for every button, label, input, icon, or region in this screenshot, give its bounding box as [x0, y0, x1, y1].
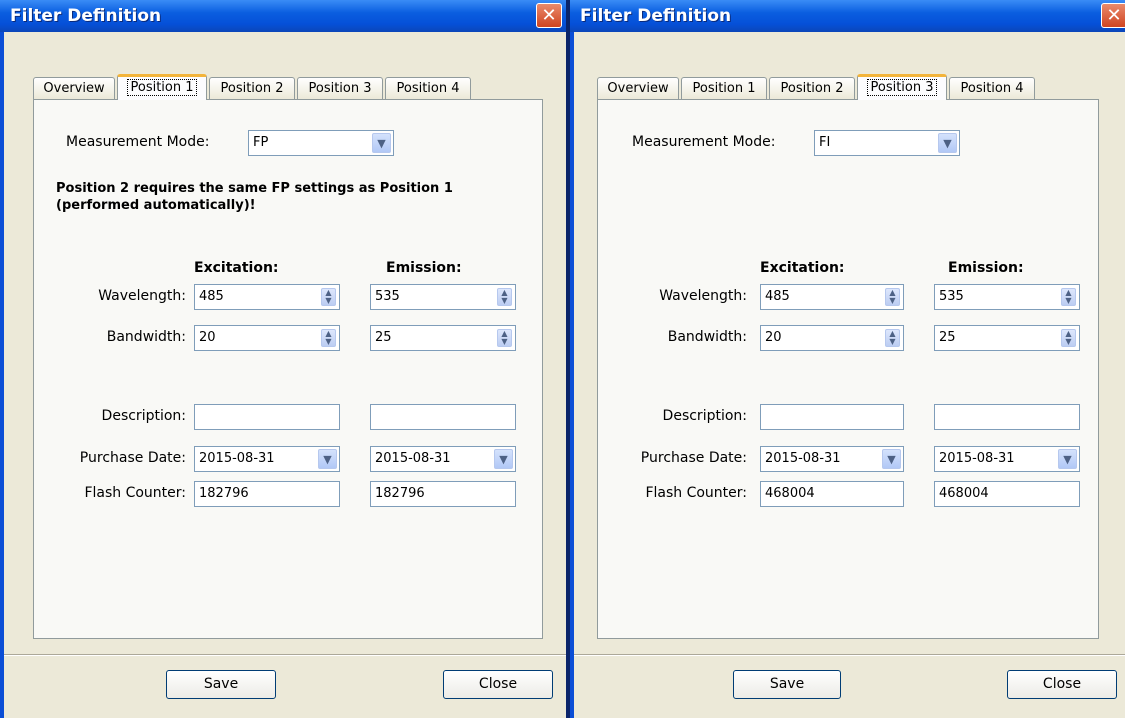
- excitation-header: Excitation:: [760, 260, 845, 276]
- emission-bandwidth-value: 25: [375, 330, 392, 345]
- window-border: [0, 32, 4, 718]
- spinner-icon[interactable]: ▲ ▼: [321, 288, 336, 306]
- measurement-mode-value: FI: [819, 135, 831, 150]
- emission-header: Emission:: [948, 260, 1024, 276]
- tab-label: Position 3: [867, 79, 937, 96]
- purchase-date-label: Purchase Date:: [640, 450, 747, 466]
- emission-purchase-date-picker[interactable]: 2015-08-31 ▼: [934, 446, 1080, 472]
- emission-wavelength-value: 535: [375, 289, 400, 304]
- excitation-bandwidth-input[interactable]: 20 ▲ ▼: [760, 325, 904, 351]
- close-button[interactable]: Close: [1007, 670, 1117, 699]
- excitation-flash-counter-input[interactable]: 468004: [760, 481, 904, 507]
- tab-position-4[interactable]: Position 4: [385, 77, 471, 99]
- spinner-icon[interactable]: ▲ ▼: [497, 329, 512, 347]
- bandwidth-label: Bandwidth:: [106, 329, 186, 345]
- spinner-icon[interactable]: ▲ ▼: [1061, 329, 1076, 347]
- divider: [574, 654, 1125, 656]
- emission-description-input[interactable]: [370, 404, 516, 430]
- excitation-wavelength-value: 485: [199, 289, 224, 304]
- bandwidth-label: Bandwidth:: [667, 329, 747, 345]
- emission-bandwidth-input[interactable]: 25 ▲ ▼: [934, 325, 1080, 351]
- emission-description-input[interactable]: [934, 404, 1080, 430]
- emission-purchase-date-value: 2015-08-31: [375, 451, 451, 466]
- spinner-icon[interactable]: ▲ ▼: [321, 329, 336, 347]
- emission-wavelength-input[interactable]: 535 ▲ ▼: [370, 284, 516, 310]
- close-icon[interactable]: ✕: [1101, 3, 1125, 28]
- spinner-icon[interactable]: ▲ ▼: [885, 288, 900, 306]
- save-button[interactable]: Save: [733, 670, 841, 699]
- flash-counter-label: Flash Counter:: [84, 485, 186, 501]
- emission-header: Emission:: [386, 260, 462, 276]
- emission-bandwidth-input[interactable]: 25 ▲ ▼: [370, 325, 516, 351]
- excitation-wavelength-value: 485: [765, 289, 790, 304]
- chevron-down-icon[interactable]: ▼: [494, 449, 513, 469]
- tab-overview[interactable]: Overview: [597, 77, 679, 99]
- emission-purchase-date-value: 2015-08-31: [939, 451, 1015, 466]
- emission-flash-counter-input[interactable]: 182796: [370, 481, 516, 507]
- tab-label: Position 1: [127, 79, 197, 96]
- tab-position-4[interactable]: Position 4: [949, 77, 1035, 99]
- excitation-flash-counter-input[interactable]: 182796: [194, 481, 340, 507]
- excitation-bandwidth-value: 20: [199, 330, 216, 345]
- save-button[interactable]: Save: [166, 670, 276, 699]
- chevron-down-icon[interactable]: ▼: [318, 449, 337, 469]
- emission-flash-counter-input[interactable]: 468004: [934, 481, 1080, 507]
- info-note: Position 2 requires the same FP settings…: [56, 181, 453, 213]
- excitation-purchase-date-picker[interactable]: 2015-08-31 ▼: [194, 446, 340, 472]
- excitation-header: Excitation:: [194, 260, 279, 276]
- spinner-icon[interactable]: ▲ ▼: [885, 329, 900, 347]
- excitation-purchase-date-picker[interactable]: 2015-08-31 ▼: [760, 446, 904, 472]
- title-bar[interactable]: Filter Definition ✕: [570, 0, 1125, 32]
- excitation-description-input[interactable]: [760, 404, 904, 430]
- excitation-purchase-date-value: 2015-08-31: [765, 451, 841, 466]
- tab-position-3[interactable]: Position 3: [857, 74, 947, 100]
- excitation-bandwidth-input[interactable]: 20 ▲ ▼: [194, 325, 340, 351]
- emission-wavelength-value: 535: [939, 289, 964, 304]
- spinner-icon[interactable]: ▲ ▼: [1061, 288, 1076, 306]
- measurement-mode-label: Measurement Mode:: [66, 134, 210, 150]
- tab-position-1[interactable]: Position 1: [117, 74, 207, 100]
- close-button[interactable]: Close: [443, 670, 553, 699]
- tab-overview[interactable]: Overview: [33, 77, 115, 99]
- wavelength-label: Wavelength:: [98, 288, 186, 304]
- filter-definition-window-left: Filter Definition ✕ Overview Position 1 …: [0, 0, 568, 718]
- measurement-mode-label: Measurement Mode:: [632, 134, 776, 150]
- chevron-down-icon[interactable]: ▼: [882, 449, 901, 469]
- chevron-down-icon[interactable]: ▼: [372, 133, 391, 153]
- excitation-bandwidth-value: 20: [765, 330, 782, 345]
- excitation-purchase-date-value: 2015-08-31: [199, 451, 275, 466]
- emission-bandwidth-value: 25: [939, 330, 956, 345]
- description-label: Description:: [101, 408, 186, 424]
- chevron-down-icon[interactable]: ▼: [1058, 449, 1077, 469]
- window-border: [570, 32, 574, 718]
- measurement-mode-value: FP: [253, 135, 269, 150]
- flash-counter-label: Flash Counter:: [645, 485, 747, 501]
- measurement-mode-dropdown[interactable]: FP ▼: [248, 130, 394, 156]
- title-bar[interactable]: Filter Definition ✕: [0, 0, 568, 32]
- chevron-down-icon[interactable]: ▼: [938, 133, 957, 153]
- description-label: Description:: [662, 408, 747, 424]
- tab-position-2[interactable]: Position 2: [209, 77, 295, 99]
- divider: [4, 654, 568, 656]
- excitation-wavelength-input[interactable]: 485 ▲ ▼: [760, 284, 904, 310]
- emission-purchase-date-picker[interactable]: 2015-08-31 ▼: [370, 446, 516, 472]
- filter-definition-window-right: Filter Definition ✕ Overview Position 1 …: [570, 0, 1125, 718]
- excitation-description-input[interactable]: [194, 404, 340, 430]
- measurement-mode-dropdown[interactable]: FI ▼: [814, 130, 960, 156]
- emission-wavelength-input[interactable]: 535 ▲ ▼: [934, 284, 1080, 310]
- window-title: Filter Definition: [10, 6, 162, 26]
- spinner-icon[interactable]: ▲ ▼: [497, 288, 512, 306]
- wavelength-label: Wavelength:: [659, 288, 747, 304]
- excitation-wavelength-input[interactable]: 485 ▲ ▼: [194, 284, 340, 310]
- tab-panel: [597, 99, 1099, 639]
- purchase-date-label: Purchase Date:: [79, 450, 186, 466]
- tab-position-3[interactable]: Position 3: [297, 77, 383, 99]
- tab-position-1[interactable]: Position 1: [681, 77, 767, 99]
- tab-position-2[interactable]: Position 2: [769, 77, 855, 99]
- window-title: Filter Definition: [580, 6, 732, 26]
- close-icon[interactable]: ✕: [536, 3, 562, 28]
